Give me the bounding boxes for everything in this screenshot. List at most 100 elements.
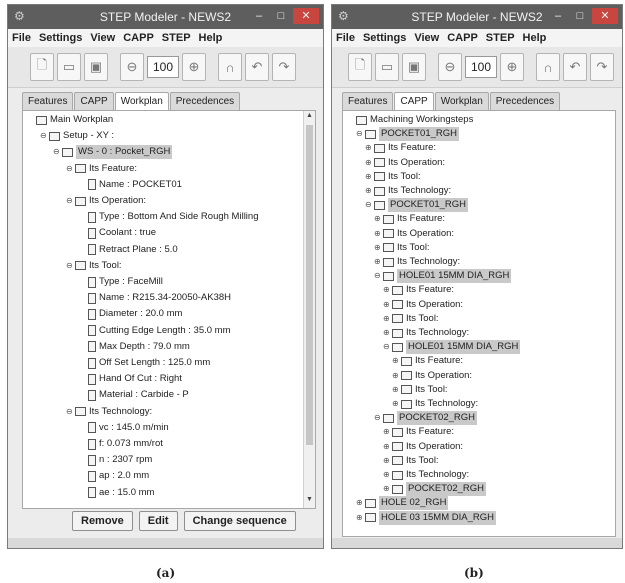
expand-icon[interactable]: ⊕ <box>374 255 381 269</box>
edit-button[interactable]: Edit <box>138 511 178 531</box>
collapse-icon[interactable]: ⊖ <box>374 411 381 425</box>
tree-node[interactable]: ⊕ Its Operation: <box>392 369 472 383</box>
expand-icon[interactable]: ⊕ <box>365 170 372 184</box>
scroll-down-icon[interactable]: ▼ <box>304 496 315 507</box>
zoom-level-field[interactable]: 100 <box>465 56 497 78</box>
expand-icon[interactable]: ⊕ <box>383 468 390 482</box>
expand-icon[interactable]: ⊕ <box>374 241 381 255</box>
new-file-icon[interactable]: 🗋 <box>30 53 54 81</box>
tree-node[interactable]: ⊖ Its Feature: <box>66 162 137 176</box>
zoom-out-icon[interactable]: ⊖ <box>438 53 462 81</box>
vertical-scrollbar[interactable]: ▲ ▼ <box>303 111 315 508</box>
collapse-icon[interactable]: ⊖ <box>356 127 363 141</box>
title-bar[interactable]: ⚙ STEP Modeler - NEWS2 – □ ✕ <box>332 5 622 29</box>
tree-node[interactable]: Cutting Edge Length : 35.0 mm <box>79 324 231 338</box>
expand-icon[interactable]: ⊕ <box>374 212 381 226</box>
maximize-button[interactable]: □ <box>570 8 590 24</box>
tree-node[interactable]: Retract Plane : 5.0 <box>79 243 178 257</box>
tree-node[interactable]: f: 0.073 mm/rot <box>79 437 163 451</box>
menu-help[interactable]: Help <box>523 32 547 44</box>
remove-button[interactable]: Remove <box>72 511 133 531</box>
tree-node[interactable]: ⊖ Its Tool: <box>66 259 122 273</box>
tree-node[interactable]: ⊕ Its Feature: <box>383 425 454 439</box>
collapse-icon[interactable]: ⊖ <box>40 129 47 143</box>
tree-node[interactable]: ⊕ Its Technology: <box>383 468 469 482</box>
expand-icon[interactable]: ⊕ <box>392 369 399 383</box>
tab-workplan[interactable]: Workplan <box>114 92 169 110</box>
tree-node[interactable]: vc : 145.0 m/min <box>79 421 169 435</box>
tree-node[interactable]: ⊕ Its Technology: <box>374 255 460 269</box>
tree-node[interactable]: ⊖ Its Operation: <box>66 194 146 208</box>
tree-node[interactable]: Hand Of Cut : Right <box>79 372 182 386</box>
zoom-in-icon[interactable]: ⊕ <box>182 53 206 81</box>
tree-node[interactable]: ae : 15.0 mm <box>79 486 154 500</box>
tab-precedences[interactable]: Precedences <box>169 92 241 110</box>
expand-icon[interactable]: ⊕ <box>383 312 390 326</box>
expand-icon[interactable]: ⊕ <box>365 141 372 155</box>
tree-node[interactable]: ⊕ Its Feature: <box>374 212 445 226</box>
tree-node[interactable]: Name : POCKET01 <box>79 178 182 192</box>
workplan-tree[interactable]: Main Workplan ⊖ Setup - XY : ⊖ WS - 0 : Pock… <box>23 111 303 508</box>
tab-precedences[interactable]: Precedences <box>489 92 561 110</box>
rotate-icon[interactable]: ∩ <box>536 53 560 81</box>
menu-view[interactable]: View <box>90 32 115 44</box>
tree-node[interactable]: Max Depth : 79.0 mm <box>79 340 190 354</box>
tree-node[interactable]: ⊕ Its Technology: <box>383 326 469 340</box>
tree-node[interactable]: ⊕ HOLE 02_RGH <box>356 496 449 511</box>
undo-icon[interactable]: ↶ <box>245 53 269 81</box>
collapse-icon[interactable]: ⊖ <box>66 259 73 273</box>
rotate-icon[interactable]: ∩ <box>218 53 242 81</box>
expand-icon[interactable]: ⊕ <box>383 482 390 496</box>
tree-node[interactable]: ⊕ POCKET02_RGH <box>383 482 487 497</box>
redo-icon[interactable]: ↷ <box>590 53 614 81</box>
tree-node[interactable]: Main Workplan <box>27 113 113 127</box>
tab-capp[interactable]: CAPP <box>394 92 434 110</box>
expand-icon[interactable]: ⊕ <box>383 440 390 454</box>
tree-node[interactable]: Material : Carbide - P <box>79 388 189 402</box>
tree-node[interactable]: Type : FaceMill <box>79 275 163 289</box>
tree-node[interactable]: ⊕ Its Tool: <box>365 170 421 184</box>
zoom-in-icon[interactable]: ⊕ <box>500 53 524 81</box>
collapse-icon[interactable]: ⊖ <box>53 145 60 159</box>
tree-node[interactable]: Type : Bottom And Side Rough Milling <box>79 210 258 224</box>
collapse-icon[interactable]: ⊖ <box>66 194 73 208</box>
expand-icon[interactable]: ⊕ <box>392 397 399 411</box>
expand-icon[interactable]: ⊕ <box>383 454 390 468</box>
tab-workplan[interactable]: Workplan <box>434 92 489 110</box>
tree-node[interactable]: ⊕ Its Technology: <box>365 184 451 198</box>
expand-icon[interactable]: ⊕ <box>383 425 390 439</box>
menu-capp[interactable]: CAPP <box>447 32 478 44</box>
minimize-button[interactable]: – <box>548 8 568 24</box>
tree-node[interactable]: ⊕ Its Operation: <box>383 440 463 454</box>
open-folder-icon[interactable]: ▭ <box>375 53 399 81</box>
tree-node[interactable]: ⊕ Its Tool: <box>392 383 448 397</box>
undo-icon[interactable]: ↶ <box>563 53 587 81</box>
tree-node[interactable]: ⊖ Its Technology: <box>66 405 152 419</box>
zoom-out-icon[interactable]: ⊖ <box>120 53 144 81</box>
menu-settings[interactable]: Settings <box>363 32 406 44</box>
tab-capp[interactable]: CAPP <box>74 92 114 110</box>
tree-node[interactable]: Diameter : 20.0 mm <box>79 307 182 321</box>
open-folder-icon[interactable]: ▭ <box>57 53 81 81</box>
collapse-icon[interactable]: ⊖ <box>66 405 73 419</box>
tree-node[interactable]: ⊕ Its Operation: <box>365 156 445 170</box>
collapse-icon[interactable]: ⊖ <box>365 198 372 212</box>
expand-icon[interactable]: ⊕ <box>374 227 381 241</box>
save-icon[interactable]: ▣ <box>84 53 108 81</box>
menu-step[interactable]: STEP <box>162 32 191 44</box>
scrollbar-thumb[interactable] <box>306 125 313 445</box>
change-sequence-button[interactable]: Change sequence <box>183 511 296 531</box>
menu-capp[interactable]: CAPP <box>123 32 154 44</box>
tree-node[interactable]: Name : R215.34-20050-AK38H <box>79 291 231 305</box>
expand-icon[interactable]: ⊕ <box>392 354 399 368</box>
tab-features[interactable]: Features <box>22 92 74 110</box>
tree-node[interactable]: ⊕ Its Tool: <box>383 454 439 468</box>
close-button[interactable]: ✕ <box>592 8 618 24</box>
tree-node[interactable]: ⊕ Its Feature: <box>392 354 463 368</box>
tree-node[interactable]: ⊕ Its Tool: <box>383 312 439 326</box>
menu-file[interactable]: File <box>336 32 355 44</box>
menu-view[interactable]: View <box>414 32 439 44</box>
expand-icon[interactable]: ⊕ <box>365 156 372 170</box>
tree-node[interactable]: ⊕ Its Feature: <box>365 141 436 155</box>
minimize-button[interactable]: – <box>249 8 269 24</box>
